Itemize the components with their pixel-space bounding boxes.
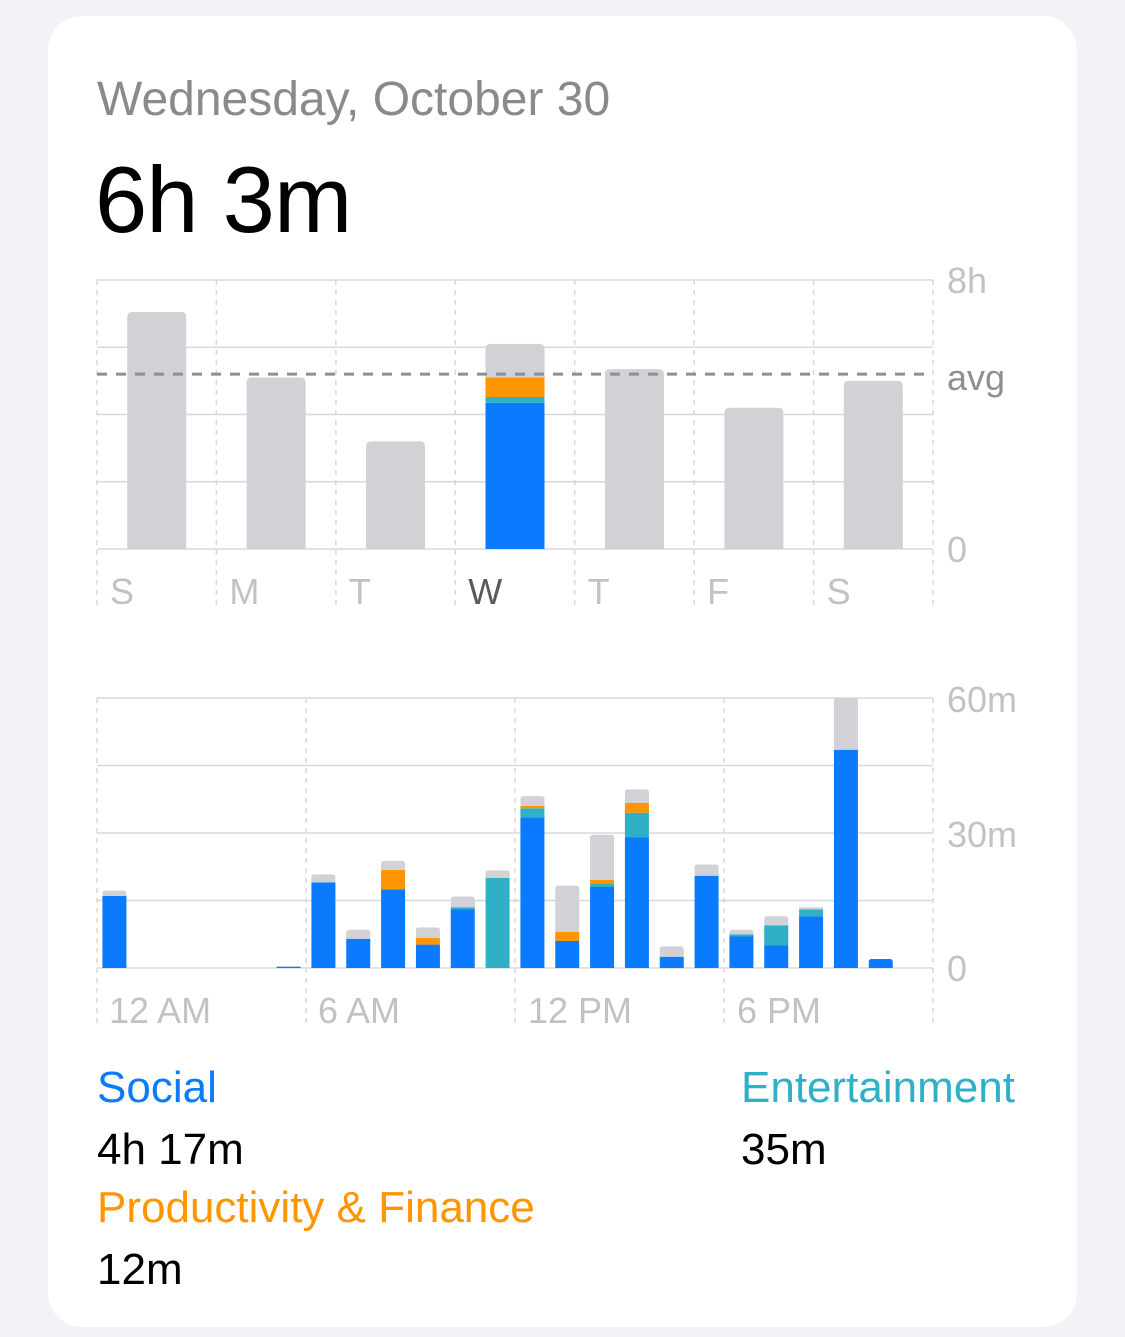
hourly-y-zero-label: 0 [947,948,967,989]
hourly-bar-17-segment [694,875,719,968]
hourly-bar-11-segment [485,878,510,968]
hourly-bar-22-segment [868,959,893,968]
hourly-bar-6-segment [311,874,336,883]
hourly-x-label-6am: 6 AM [318,990,400,1031]
hourly-bar-11-segment [485,870,510,878]
hourly-x-label-12am: 12 AM [109,990,211,1031]
hourly-bar-6-segment [311,882,336,968]
hourly-bar-0-segment [102,890,127,896]
legend-productivity-value: 12m [97,1245,183,1294]
hourly-bar-21-segment [833,749,858,968]
hourly-bar-16-segment [659,956,684,968]
hourly-bar-18-segment [729,934,754,937]
hourly-chart[interactable]: 60m 30m 0 12 AM 6 AM 12 PM 6 PM [0,0,1125,1040]
hourly-bar-14-segment [590,834,615,880]
hourly-bar-7-segment [346,929,371,939]
hourly-bar-9-segment [415,944,440,968]
hourly-x-label-6pm: 6 PM [737,990,821,1031]
legend-entertainment[interactable]: Entertainment 35m [741,1062,1015,1176]
hourly-bar-13-segment [555,932,580,941]
legend-social-name: Social [97,1063,217,1112]
hourly-bar-5-segment [276,966,301,968]
hourly-bar-8-segment [381,889,406,968]
hourly-bar-13-segment [555,885,580,932]
legend-entertainment-value: 35m [741,1125,827,1174]
hourly-bar-17-segment [694,864,719,876]
hourly-bar-19-segment [764,945,789,968]
hourly-bar-12-segment [520,806,545,809]
hourly-bar-20-segment [799,907,824,910]
hourly-bar-7-segment [346,938,371,968]
hourly-bar-8-segment [381,869,406,890]
hourly-bar-19-segment [764,925,789,946]
hourly-bar-13-segment [555,941,580,968]
hourly-x-label-12pm: 12 PM [528,990,632,1031]
hourly-bar-18-segment [729,936,754,968]
hourly-bar-9-segment [415,927,440,938]
hourly-bar-14-segment [590,883,615,887]
hourly-bar-20-segment [799,916,824,968]
legend-productivity[interactable]: Productivity & Finance 12m [97,1182,535,1296]
legend-entertainment-name: Entertainment [741,1063,1015,1112]
legend-social[interactable]: Social 4h 17m [97,1062,244,1176]
hourly-bar-15-segment [624,789,649,803]
legend-social-value: 4h 17m [97,1125,244,1174]
hourly-bar-8-segment [381,860,406,870]
hourly-bar-12-segment [520,817,545,968]
hourly-y-mid-label: 30m [947,814,1017,855]
hourly-bar-15-segment [624,812,649,838]
hourly-bar-16-segment [659,946,684,957]
hourly-bar-18-segment [729,929,754,935]
hourly-bar-10-segment [450,907,475,910]
hourly-bar-9-segment [415,937,440,945]
hourly-bar-14-segment [590,887,615,968]
legend-productivity-name: Productivity & Finance [97,1183,535,1232]
hourly-bar-21-segment [833,698,858,750]
hourly-bar-20-segment [799,909,824,917]
hourly-bar-12-segment [520,796,545,806]
hourly-bar-10-segment [450,909,475,968]
hourly-y-max-label: 60m [947,679,1017,720]
hourly-bar-0-segment [102,896,127,968]
hourly-bar-15-segment [624,802,649,813]
hourly-grid [96,697,934,1028]
hourly-bar-12-segment [520,808,545,818]
hourly-bar-10-segment [450,896,475,908]
hourly-bar-19-segment [764,916,789,926]
hourly-bar-14-segment [590,879,615,884]
hourly-bar-15-segment [624,837,649,968]
